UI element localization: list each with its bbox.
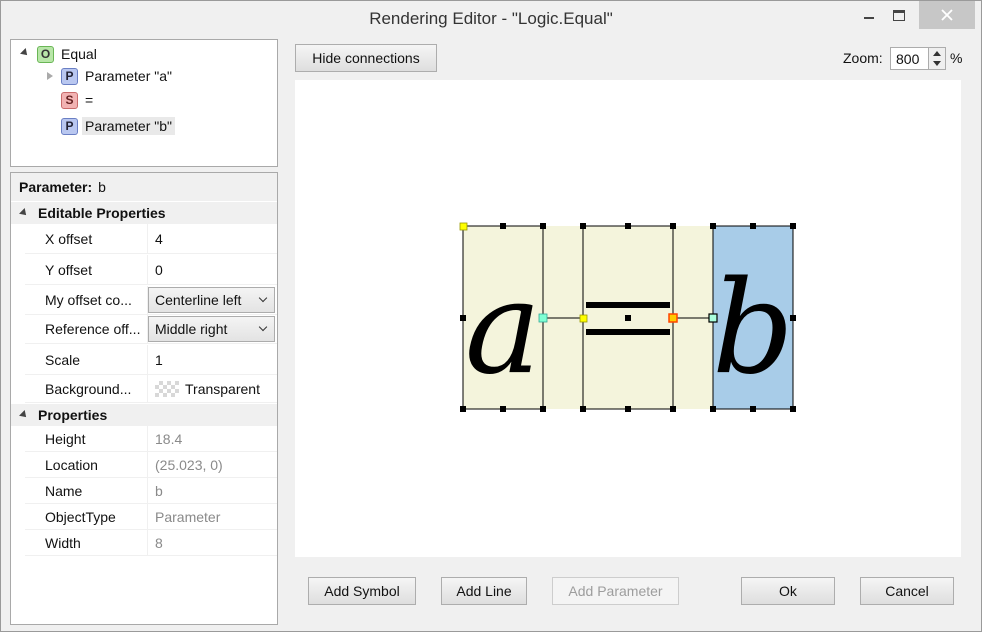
add-parameter-button[interactable]: Add Parameter [552,577,679,605]
prop-row-reference-offset[interactable]: Reference off... Middle right [25,315,277,344]
anchor-point[interactable] [459,222,468,231]
prop-name: Name [25,478,148,503]
prop-row-x-offset[interactable]: X offset 4 [25,224,277,254]
maximize-icon [893,9,905,21]
prop-value-input[interactable]: 4 [148,224,277,253]
prop-name: Scale [25,345,148,374]
prop-row-height: Height 18.4 [25,426,277,452]
prop-name: X offset [25,224,148,253]
prop-value: (25.023, 0) [155,456,223,473]
tree-node-parameter-a[interactable]: P Parameter "a" [47,65,172,87]
add-symbol-button[interactable]: Add Symbol [308,577,416,605]
tree-node-label: Equal [61,46,97,62]
spin-up-icon[interactable] [933,51,941,56]
zoom-spinner[interactable] [928,48,945,69]
symbol-badge-icon: S [61,91,78,109]
selected-object-label: Parameter: [19,179,93,195]
selected-object-name: b [98,179,106,195]
category-editable-properties[interactable]: Editable Properties [11,202,277,224]
ok-button[interactable]: Ok [741,577,835,605]
equals-bar-top [586,302,670,308]
render-canvas[interactable]: a b [295,80,961,557]
tree-node-label: Parameter "a" [85,68,172,84]
prop-name: Reference off... [25,315,148,343]
anchor-point[interactable] [579,314,588,323]
dropdown-value: Middle right [155,321,228,337]
prop-row-my-offset[interactable]: My offset co... Centerline left [25,286,277,315]
prop-row-scale[interactable]: Scale 1 [25,345,277,375]
prop-row-objecttype: ObjectType Parameter [25,504,277,530]
prop-name: Width [25,530,148,555]
glyph-a: a [465,254,541,403]
transparent-swatch-icon [155,380,179,397]
maximize-button[interactable] [879,1,919,29]
category-title: Editable Properties [38,205,166,221]
prop-name: ObjectType [25,504,148,529]
prop-name: Background... [25,375,148,402]
prop-name: Location [25,452,148,477]
prop-value: 18.4 [155,430,183,447]
prop-value: Transparent [185,380,260,397]
zoom-stepper[interactable]: 800 [890,47,946,70]
prop-row-y-offset[interactable]: Y offset 0 [25,255,277,285]
close-button[interactable] [919,1,975,29]
prop-name: Y offset [25,255,148,284]
hide-connections-button[interactable]: Hide connections [295,44,437,72]
collapse-icon[interactable] [47,72,53,80]
close-icon [941,9,953,21]
anchor-point[interactable] [708,313,718,323]
parameter-badge-icon: P [61,117,78,135]
window-title: Rendering Editor - "Logic.Equal" [369,9,613,28]
add-line-button[interactable]: Add Line [441,577,527,605]
expand-icon[interactable] [19,208,29,218]
property-grid: Parameter: b Editable Properties X offse… [10,172,278,625]
parameter-badge-icon: P [61,67,78,85]
minimize-icon [864,17,874,19]
prop-value: b [155,482,163,499]
tree-node-equal[interactable]: O Equal [19,43,97,65]
prop-row-background[interactable]: Background... Transparent [25,375,277,403]
my-offset-dropdown[interactable]: Centerline left [148,287,275,313]
structure-tree[interactable]: O Equal P Parameter "a" S = P Parameter … [10,39,278,167]
object-badge-icon: O [37,45,54,63]
chevron-down-icon [258,293,268,303]
rendering-editor-window: Rendering Editor - "Logic.Equal" O Equal… [0,0,982,632]
spin-down-icon[interactable] [933,61,941,66]
tree-node-symbol-equals[interactable]: S = [61,89,93,111]
cancel-button[interactable]: Cancel [860,577,954,605]
category-title: Properties [38,407,108,423]
prop-row-location: Location (25.023, 0) [25,452,277,478]
zoom-label: Zoom: [843,50,883,66]
anchor-point[interactable] [668,313,678,323]
prop-name: My offset co... [25,286,148,314]
category-properties[interactable]: Properties [11,404,277,426]
property-grid-header: Parameter: b [11,173,277,201]
prop-row-width: Width 8 [25,530,277,556]
prop-value-input[interactable]: 0 [148,255,277,284]
prop-name: Height [25,426,148,451]
dropdown-value: Centerline left [155,292,242,308]
background-color-picker[interactable]: Transparent [148,375,277,402]
expand-icon[interactable] [19,410,29,420]
prop-row-name: Name b [25,478,277,504]
glyph-b: b [712,254,794,403]
tree-node-label: Parameter "b" [82,117,175,135]
tree-node-label: = [85,92,94,108]
prop-value-input[interactable]: 1 [148,345,277,374]
equals-bar-bottom [586,329,670,335]
title-bar: Rendering Editor - "Logic.Equal" [1,1,981,38]
prop-value: 8 [155,534,163,551]
chevron-down-icon [258,322,268,332]
anchor-point[interactable] [538,313,548,323]
render-preview[interactable]: a b [295,80,961,557]
zoom-unit: % [950,50,963,66]
prop-value: Parameter [155,508,221,525]
expand-icon[interactable] [20,48,30,58]
reference-offset-dropdown[interactable]: Middle right [148,316,275,342]
zoom-input[interactable]: 800 [891,51,927,67]
tree-node-parameter-b[interactable]: P Parameter "b" [61,115,175,137]
